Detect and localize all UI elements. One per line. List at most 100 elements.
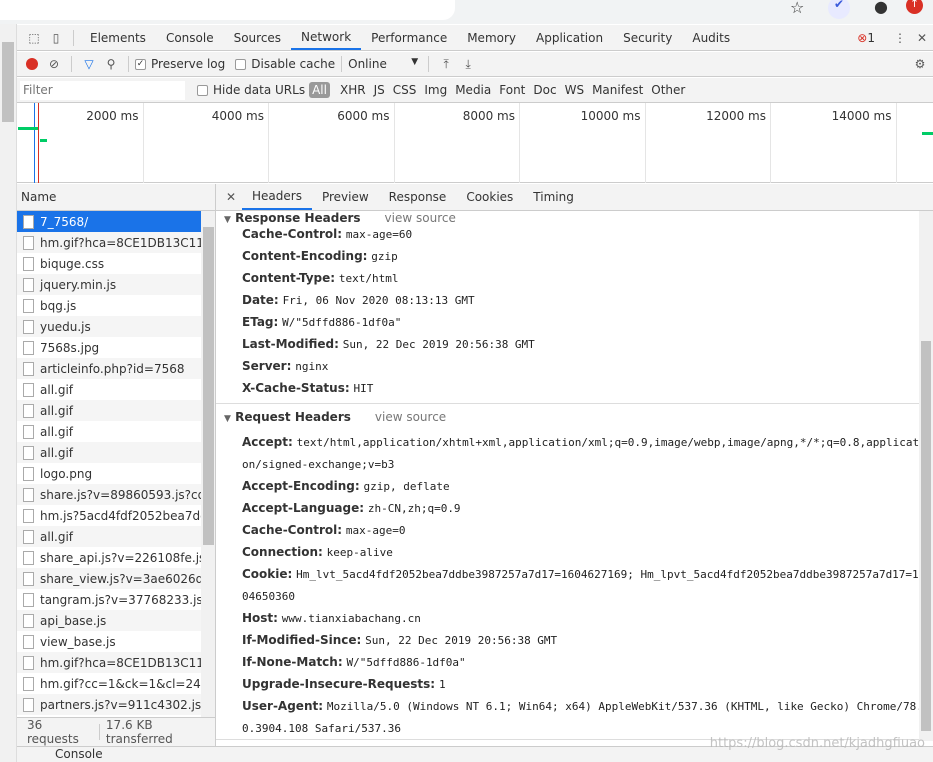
filter-type-font[interactable]: Font (495, 83, 529, 97)
preserve-log-checkbox[interactable]: ✓ (135, 58, 146, 70)
request-row[interactable]: hm.gif?cc=1&ck=1&cl=24-bit (17, 673, 202, 694)
request-row[interactable]: yuedu.js (17, 316, 202, 337)
request-row[interactable]: partners.js?v=911c4302.js (17, 694, 202, 715)
error-count[interactable]: 1 (867, 31, 875, 45)
request-row[interactable]: logo.png (17, 463, 202, 484)
profile-icon[interactable]: ● (874, 0, 888, 16)
request-row[interactable]: jquery.min.js (17, 274, 202, 295)
tab-security[interactable]: Security (613, 25, 682, 50)
header-value: Sun, 22 Dec 2019 20:56:38 GMT (342, 338, 535, 351)
request-headers-section[interactable]: ▼ Request Headers view source (224, 410, 446, 426)
filter-type-other[interactable]: Other (647, 83, 689, 97)
document-file-icon (23, 298, 34, 313)
hide-data-urls-checkbox[interactable] (197, 84, 208, 96)
document-file-icon (23, 214, 34, 229)
request-row[interactable]: all.gif (17, 526, 202, 547)
request-row[interactable]: all.gif (17, 421, 202, 442)
close-detail-icon[interactable]: ✕ (220, 187, 242, 207)
request-row[interactable]: 7568s.jpg (17, 337, 202, 358)
domcontentloaded-line (34, 103, 35, 183)
filter-type-js[interactable]: JS (370, 83, 389, 97)
disable-cache-checkbox[interactable] (235, 58, 247, 70)
settings-gear-icon[interactable]: ⚙ (909, 54, 931, 74)
detail-tabbar: ✕ Headers Preview Response Cookies Timing (216, 184, 933, 211)
header-row: Cache-Control: max-age=0 (242, 519, 406, 541)
request-list-scrollbar[interactable] (201, 211, 216, 717)
request-row[interactable]: share.js?v=89860593.js?cdnversion (17, 484, 202, 505)
filter-type-xhr[interactable]: XHR (336, 83, 370, 97)
more-menu-icon[interactable]: ⋮ (889, 28, 911, 48)
request-row[interactable]: bqg.js (17, 295, 202, 316)
header-name: If-None-Match: (242, 655, 343, 669)
request-row[interactable]: view_base.js (17, 631, 202, 652)
filter-type-img[interactable]: Img (420, 83, 451, 97)
export-har-icon[interactable]: ⤓ (457, 54, 479, 74)
detail-tab-cookies[interactable]: Cookies (456, 184, 523, 210)
request-row[interactable]: hm.gif?hca=8CE1DB13C11536 (17, 652, 202, 673)
extension-icon[interactable]: ✔ (828, 0, 850, 19)
request-row[interactable]: hm.gif?hca=8CE1DB13C11536 (17, 232, 202, 253)
tab-sources[interactable]: Sources (224, 25, 291, 50)
request-name: biquge.css (40, 256, 105, 271)
filter-type-doc[interactable]: Doc (529, 83, 560, 97)
timeline-overview[interactable]: 2000 ms 4000 ms 6000 ms 8000 ms 10000 ms 1200… (17, 103, 933, 183)
import-har-icon[interactable]: ⤒ (435, 54, 457, 74)
clear-icon[interactable]: ⊘ (43, 54, 65, 74)
filter-type-css[interactable]: CSS (389, 83, 421, 97)
filter-icon[interactable]: ▽ (78, 54, 100, 74)
search-icon[interactable]: ⚲ (100, 54, 122, 74)
error-icon[interactable]: ⊗ (857, 31, 867, 45)
record-button[interactable] (21, 54, 43, 74)
request-row[interactable]: 7_7568/ (17, 211, 202, 232)
detail-tab-headers[interactable]: Headers (242, 184, 312, 210)
request-row[interactable]: all.gif (17, 379, 202, 400)
request-row[interactable]: articleinfo.php?id=7568 (17, 358, 202, 379)
detail-tab-preview[interactable]: Preview (312, 184, 379, 210)
tab-memory[interactable]: Memory (457, 25, 526, 50)
headers-scrollbar[interactable] (919, 211, 933, 741)
filter-type-all[interactable]: All (309, 82, 330, 98)
request-row[interactable]: hm.js?5acd4fdf2052bea7ddbe (17, 505, 202, 526)
header-name: Last-Modified: (242, 337, 339, 351)
header-value: text/html,application/xhtml+xml,applicat… (296, 436, 919, 449)
filter-type-ws[interactable]: WS (561, 83, 588, 97)
inspect-element-icon[interactable]: ⬚ (23, 28, 45, 48)
device-toolbar-icon[interactable]: ▯ (45, 28, 67, 48)
tab-network[interactable]: Network (291, 25, 362, 50)
header-value: Mozilla/5.0 (Windows NT 6.1; Win64; x64)… (326, 700, 919, 713)
bookmark-star-icon[interactable]: ☆ (790, 0, 804, 17)
request-row[interactable]: all.gif (17, 442, 202, 463)
header-value: HIT (353, 382, 374, 395)
header-row: Content-Encoding: gzip (242, 245, 398, 267)
page-scrollbar[interactable] (0, 24, 17, 762)
tab-elements[interactable]: Elements (80, 25, 156, 50)
header-value: 1 (438, 678, 446, 691)
filter-input[interactable] (20, 80, 185, 100)
request-name: hm.gif?hca=8CE1DB13C11536 (40, 235, 202, 250)
timeline-tick: 8000 ms (395, 103, 520, 183)
update-icon[interactable]: ↑ (906, 0, 923, 14)
header-name: Accept: (242, 435, 293, 449)
throttle-select[interactable]: Online ▼ (348, 57, 418, 71)
image-file-icon (23, 340, 34, 355)
request-row[interactable]: biquge.css (17, 253, 202, 274)
filter-type-media[interactable]: Media (451, 83, 495, 97)
tab-console[interactable]: Console (156, 25, 224, 50)
request-row[interactable]: tangram.js?v=37768233.js (17, 589, 202, 610)
request-row[interactable]: share_api.js?v=226108fe.js (17, 547, 202, 568)
address-bar[interactable] (0, 0, 455, 20)
close-devtools-icon[interactable]: ✕ (911, 28, 933, 48)
view-source-link[interactable]: view source (375, 410, 446, 424)
name-column-header[interactable]: Name (17, 184, 216, 211)
request-row[interactable]: all.gif (17, 400, 202, 421)
header-row: on/signed-exchange;v=b3 (242, 453, 394, 475)
tab-audits[interactable]: Audits (682, 25, 740, 50)
request-row[interactable]: api_base.js (17, 610, 202, 631)
tab-performance[interactable]: Performance (361, 25, 457, 50)
document-file-icon (23, 256, 34, 271)
detail-tab-timing[interactable]: Timing (523, 184, 584, 210)
detail-tab-response[interactable]: Response (379, 184, 457, 210)
filter-type-manifest[interactable]: Manifest (588, 83, 647, 97)
request-row[interactable]: share_view.js?v=3ae6026d.js (17, 568, 202, 589)
tab-application[interactable]: Application (526, 25, 613, 50)
